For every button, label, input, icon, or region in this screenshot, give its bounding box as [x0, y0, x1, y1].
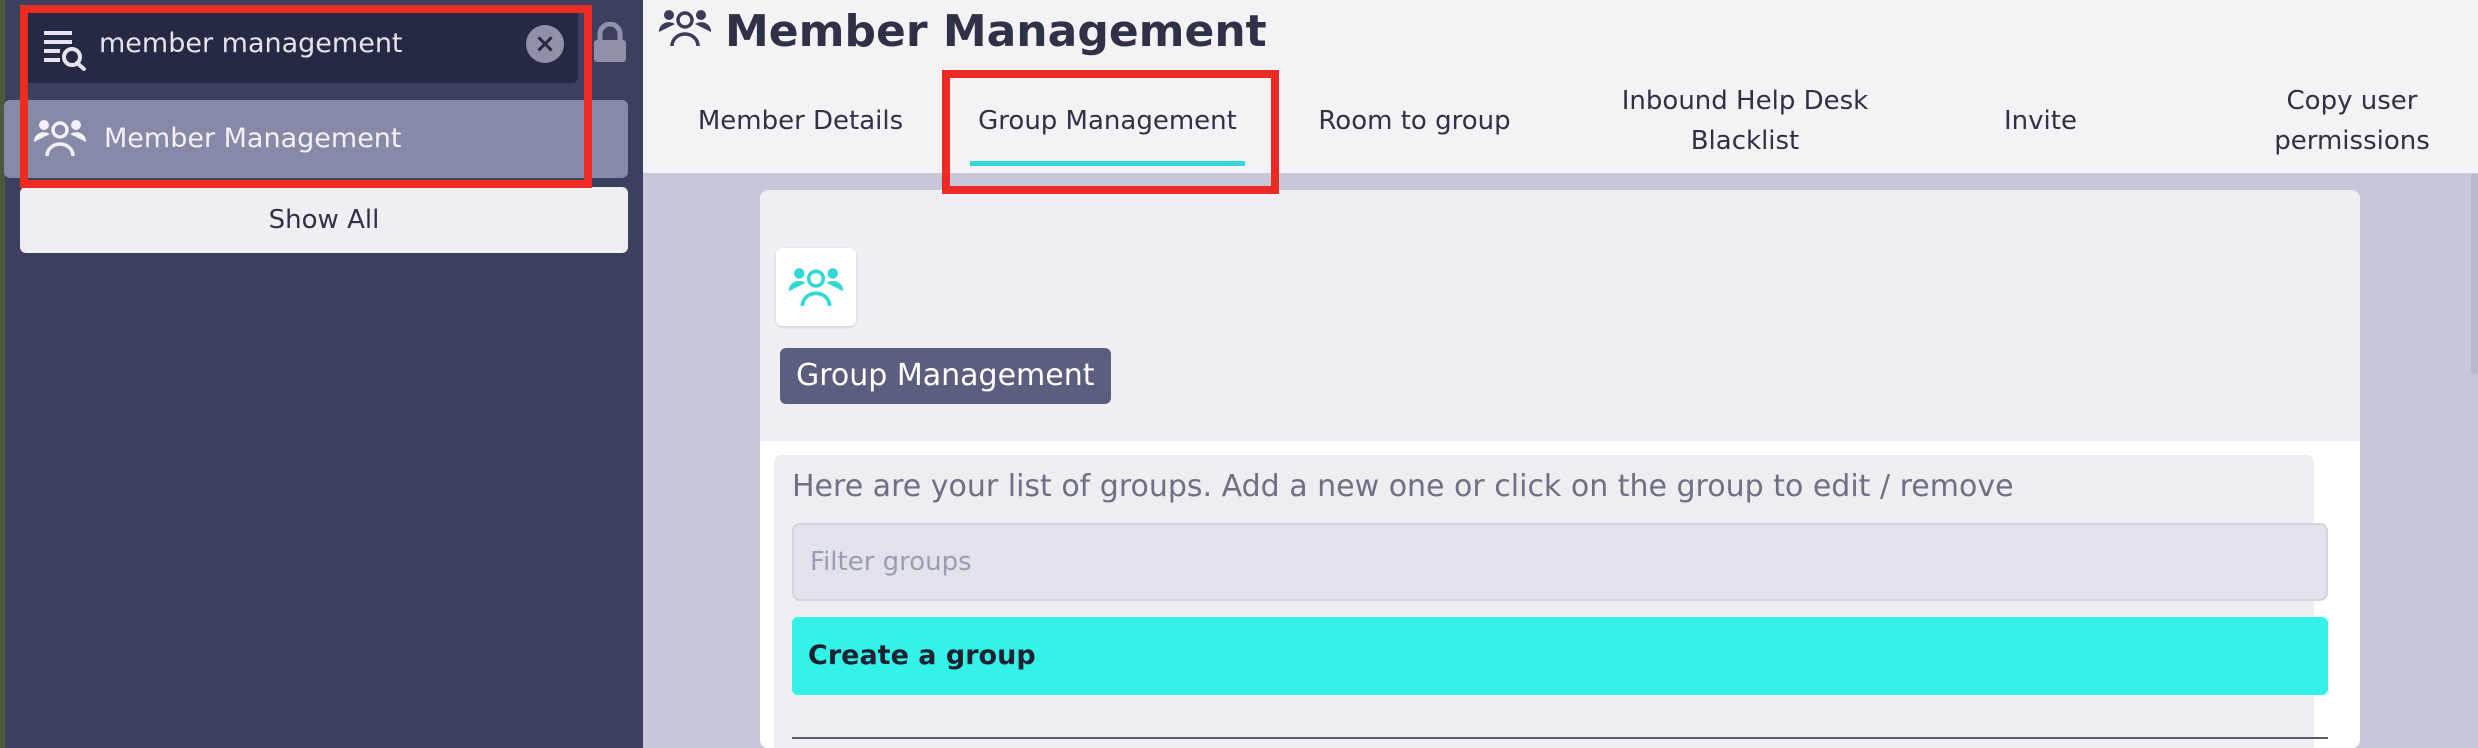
members-icon	[659, 10, 711, 47]
tab-label: Inbound Help Desk Blacklist	[1621, 86, 1869, 156]
lock-icon[interactable]	[590, 22, 630, 64]
sidebar-item-label: Member Management	[104, 123, 402, 154]
card-body: Here are your list of groups. Add a new …	[760, 441, 2360, 748]
group-list-panel: Here are your list of groups. Add a new …	[774, 455, 2328, 748]
menu-search-icon	[44, 31, 86, 71]
card-icon-box	[776, 248, 856, 326]
search-input[interactable]: member management	[99, 27, 403, 61]
tab-label: Invite	[2004, 106, 2077, 136]
tab-label: Room to group	[1318, 106, 1511, 136]
filter-groups-input[interactable]: Filter groups	[792, 523, 2328, 601]
sidebar: member management × Member Management Sh…	[0, 0, 643, 748]
members-icon	[34, 120, 86, 157]
show-all-button[interactable]: Show All	[20, 187, 628, 253]
tab-copy-user-permissions[interactable]: Copy user permissions	[2241, 76, 2463, 166]
page-title: Member Management	[725, 6, 1267, 57]
menu-search-box[interactable]: member management ×	[20, 5, 578, 83]
divider	[792, 737, 2328, 739]
scrollbar[interactable]	[2471, 174, 2478, 374]
page-header: Member Management Member Details Group M…	[643, 0, 2478, 173]
intro-text: Here are your list of groups. Add a new …	[792, 469, 2014, 504]
tab-member-details[interactable]: Member Details	[663, 76, 938, 166]
active-tab-indicator	[970, 161, 1245, 166]
tab-label: Group Management	[978, 106, 1237, 136]
tab-label: Member Details	[697, 106, 904, 136]
members-icon	[788, 268, 844, 307]
close-icon[interactable]: ×	[526, 25, 564, 63]
tab-label: Copy user permissions	[2274, 86, 2430, 156]
tab-inbound-help-desk-blacklist[interactable]: Inbound Help Desk Blacklist	[1595, 76, 1895, 166]
sidebar-item-member-management[interactable]: Member Management	[4, 100, 628, 178]
tab-invite[interactable]: Invite	[1903, 76, 2178, 166]
tab-room-to-group[interactable]: Room to group	[1277, 76, 1552, 166]
group-management-card: Group Management Here are your list of g…	[760, 190, 2360, 748]
card-title: Group Management	[780, 348, 1111, 404]
tab-group-management[interactable]: Group Management	[970, 76, 1245, 166]
create-group-button[interactable]: Create a group	[792, 617, 2328, 695]
